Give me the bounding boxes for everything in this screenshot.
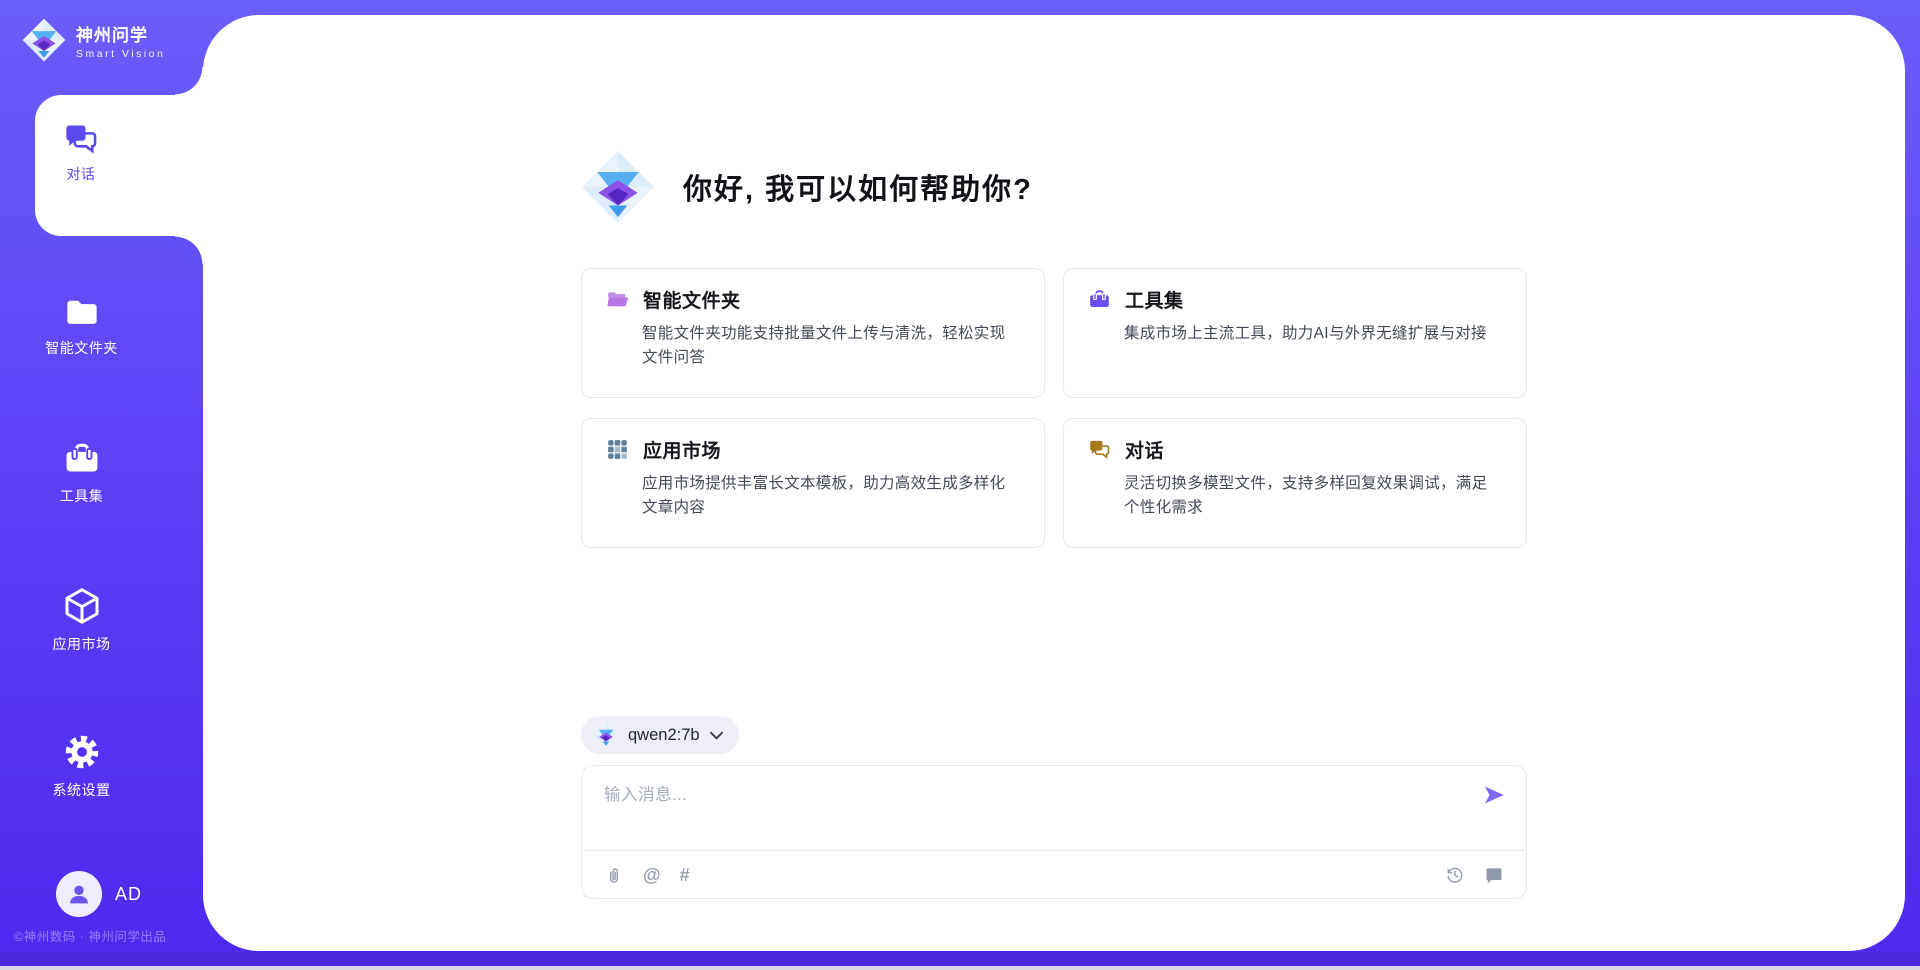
- sidebar-item-label: 工具集: [60, 486, 104, 506]
- history-icon[interactable]: [1445, 865, 1465, 885]
- bottom-band-dark: [0, 952, 1920, 966]
- brand-logo: 神州问学 Smart Vision: [22, 18, 165, 62]
- send-icon[interactable]: [1482, 783, 1506, 807]
- tab-curve-bottom: [175, 236, 203, 264]
- message-input[interactable]: [604, 781, 1464, 837]
- sidebar-item-app-market[interactable]: 应用市场: [0, 586, 163, 654]
- toolbox-icon: [1088, 288, 1111, 311]
- gear-icon: [62, 732, 102, 772]
- message-icon[interactable]: [1484, 865, 1504, 885]
- paperclip-icon[interactable]: [604, 865, 624, 885]
- sidebar: 神州问学 Smart Vision 对话 智能文件夹 工具集 应用市场 系统设置…: [0, 0, 203, 970]
- folder-open-icon: [606, 288, 629, 311]
- at-icon[interactable]: @: [643, 865, 661, 885]
- card-title: 智能文件夹: [643, 286, 741, 313]
- model-gem-icon: [593, 722, 619, 748]
- brand-gem-icon: [581, 150, 655, 224]
- sidebar-item-settings[interactable]: 系统设置: [0, 732, 163, 800]
- card-title: 应用市场: [643, 436, 721, 463]
- card-description: 应用市场提供丰富长文本模板，助力高效生成多样化文章内容: [642, 472, 1020, 521]
- model-name: qwen2:7b: [628, 726, 700, 745]
- message-composer: @ #: [581, 765, 1527, 899]
- toolbox-icon: [63, 440, 101, 478]
- card-chat[interactable]: 对话 灵活切换多模型文件，支持多样回复效果调试，满足个性化需求: [1063, 418, 1527, 548]
- brand-gem-icon: [22, 18, 66, 62]
- card-description: 灵活切换多模型文件，支持多样回复效果调试，满足个性化需求: [1124, 472, 1502, 521]
- content-column: 你好, 我可以如何帮助你? 智能文件夹 智能文件夹功能支持批量文件上传与清洗，轻…: [581, 15, 1527, 899]
- composer-divider: [584, 850, 1524, 851]
- hash-icon[interactable]: #: [680, 865, 690, 885]
- brand-subtitle: Smart Vision: [76, 48, 165, 60]
- card-title: 工具集: [1125, 286, 1184, 313]
- greeting-row: 你好, 我可以如何帮助你?: [581, 150, 1527, 224]
- sidebar-item-chat[interactable]: 对话: [35, 95, 203, 236]
- sidebar-item-label: 应用市场: [53, 634, 111, 654]
- chevron-down-icon: [709, 729, 724, 742]
- sidebar-item-smart-folder[interactable]: 智能文件夹: [0, 294, 163, 358]
- sidebar-item-toolset[interactable]: 工具集: [0, 440, 163, 506]
- brand-name: 神州问学: [76, 21, 165, 46]
- greeting-title: 你好, 我可以如何帮助你?: [683, 166, 1033, 208]
- sidebar-footer: ©神州数码 · 神州问学出品: [14, 926, 204, 945]
- sidebar-item-label: 智能文件夹: [45, 338, 118, 358]
- sidebar-item-label: 系统设置: [53, 780, 111, 800]
- chat-icon: [63, 121, 99, 157]
- card-title: 对话: [1125, 436, 1164, 463]
- cube-icon: [62, 586, 102, 626]
- person-icon: [64, 879, 94, 909]
- card-description: 集成市场上主流工具，助力AI与外界无缝扩展与对接: [1124, 322, 1502, 346]
- grid-icon: [606, 438, 629, 461]
- folder-icon: [64, 294, 100, 330]
- user-profile[interactable]: AD: [56, 871, 142, 917]
- feature-cards: 智能文件夹 智能文件夹功能支持批量文件上传与清洗，轻松实现文件问答 工具集 集成…: [581, 268, 1527, 548]
- card-toolset[interactable]: 工具集 集成市场上主流工具，助力AI与外界无缝扩展与对接: [1063, 268, 1527, 398]
- chat-icon: [1088, 438, 1111, 461]
- composer-toolbar: @ #: [604, 865, 1504, 885]
- avatar: [56, 871, 102, 917]
- main-panel: 你好, 我可以如何帮助你? 智能文件夹 智能文件夹功能支持批量文件上传与清洗，轻…: [203, 15, 1905, 951]
- card-app-market[interactable]: 应用市场 应用市场提供丰富长文本模板，助力高效生成多样化文章内容: [581, 418, 1045, 548]
- model-selector[interactable]: qwen2:7b: [581, 716, 739, 754]
- user-name: AD: [115, 884, 142, 905]
- card-description: 智能文件夹功能支持批量文件上传与清洗，轻松实现文件问答: [642, 322, 1020, 371]
- tab-curve-top: [175, 67, 203, 95]
- sidebar-item-label: 对话: [67, 164, 96, 184]
- bottom-band-light: [0, 966, 1920, 970]
- card-smart-folder[interactable]: 智能文件夹 智能文件夹功能支持批量文件上传与清洗，轻松实现文件问答: [581, 268, 1045, 398]
